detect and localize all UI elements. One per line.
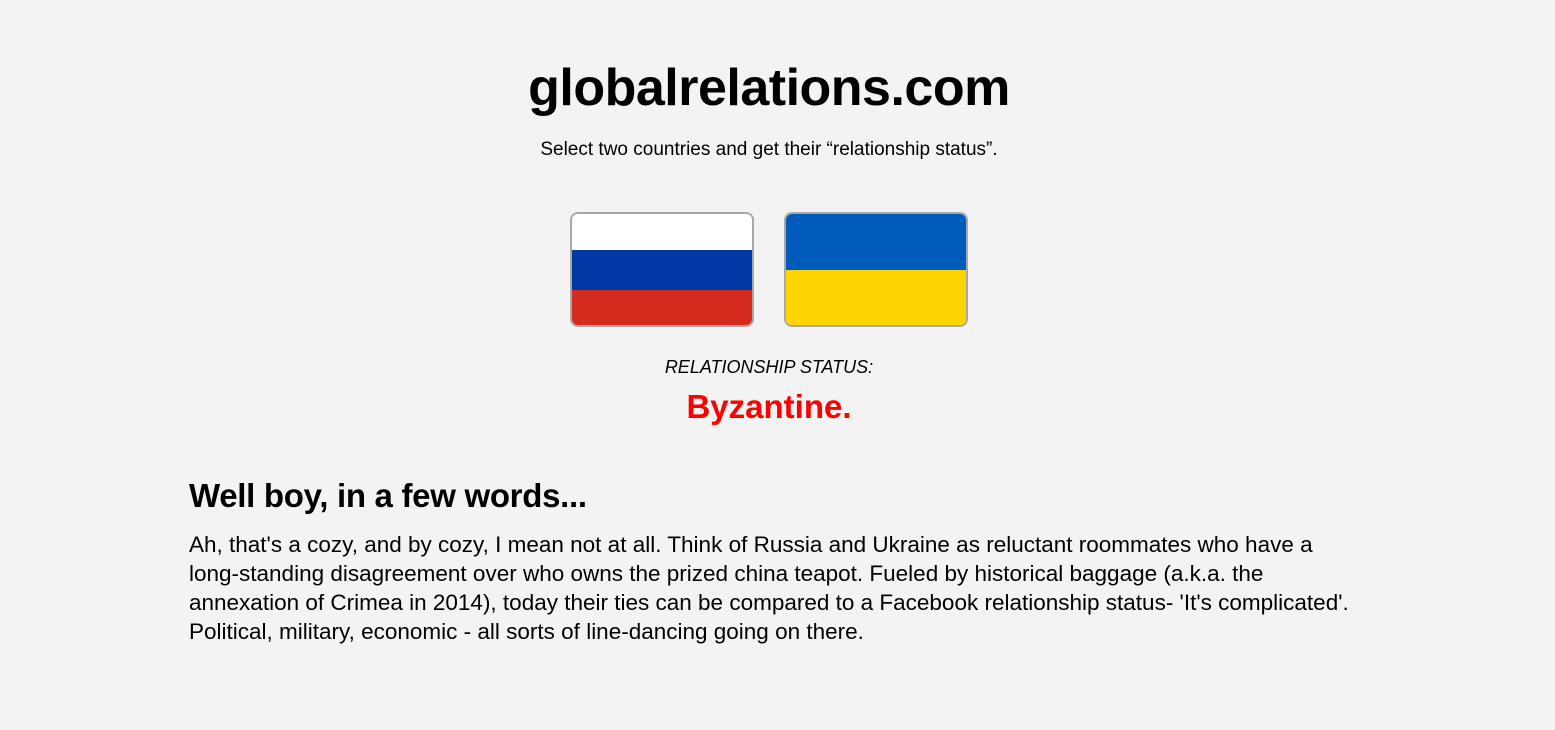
relationship-status-value: Byzantine. xyxy=(686,388,852,425)
flag-stripe-yellow xyxy=(786,270,966,325)
country-b-flag-selector[interactable] xyxy=(784,212,968,327)
explanation-heading: Well boy, in a few words... xyxy=(189,477,587,514)
explanation-body: Ah, that's a cozy, and by cozy, I mean n… xyxy=(189,532,1349,644)
flag-stripe-blue xyxy=(572,250,752,290)
page: globalrelations.com Select two countries… xyxy=(0,0,1555,730)
tagline: Select two countries and get their “rela… xyxy=(540,139,998,160)
flag-stripe-red xyxy=(572,290,752,325)
flag-stripe-white xyxy=(572,214,752,250)
country-a-flag-selector[interactable] xyxy=(570,212,754,327)
flag-stripe-blue xyxy=(786,214,966,270)
site-title: globalrelations.com xyxy=(528,59,1010,117)
relationship-status-label: RELATIONSHIP STATUS: xyxy=(664,357,874,377)
